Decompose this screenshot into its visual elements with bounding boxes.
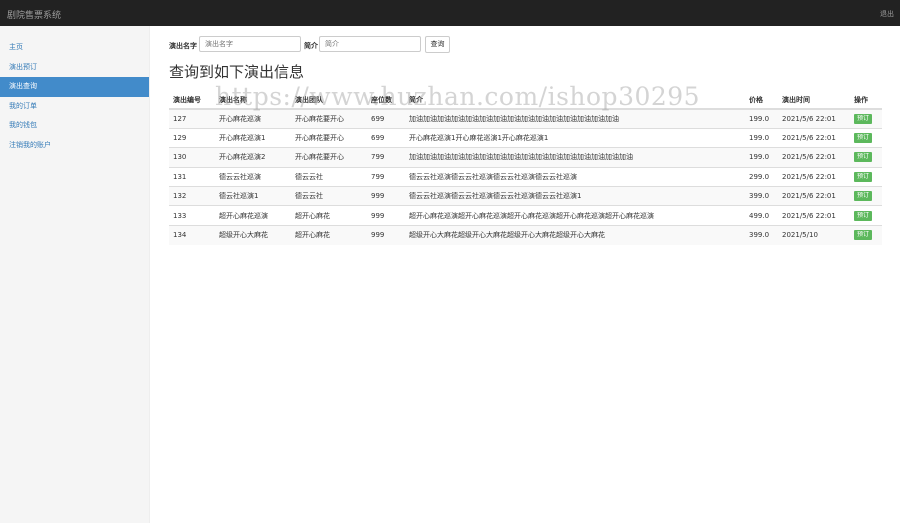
cell-troupe: 德云云社 — [291, 166, 367, 187]
cell-troupe: 开心麻花要开心 — [291, 147, 367, 168]
description-label: 简介 — [304, 42, 318, 50]
cell-show-name: 超开心麻花巡演 — [215, 205, 291, 226]
cell-action: 预订 — [850, 205, 882, 226]
cell-show-time: 2021/5/10 — [778, 224, 850, 245]
search-button[interactable]: 查询 — [425, 36, 450, 53]
sidebar-item-show-query[interactable]: 演出查询 — [0, 77, 149, 97]
cell-show-time: 2021/5/6 22:01 — [778, 166, 850, 187]
table-row: 129 开心麻花巡演1 开心麻花要开心 699 开心麻花巡演1开心麻花巡演1开心… — [169, 127, 882, 148]
cell-show-id: 130 — [169, 147, 215, 168]
cell-seats: 999 — [367, 205, 405, 226]
cell-show-name: 德云云社巡演 — [215, 166, 291, 187]
show-name-input[interactable] — [199, 36, 301, 52]
cell-price: 199.0 — [745, 108, 778, 129]
logout-link[interactable]: 退出 — [880, 9, 894, 19]
cell-seats: 999 — [367, 186, 405, 206]
cell-price: 299.0 — [745, 166, 778, 187]
sidebar: 主页 演出预订 演出查询 我的订单 我的钱包 注销我的账户 — [0, 26, 150, 523]
cell-description: 加油加油加油加油加油加油加油加油加油加油加油加油加油加油加油加油 — [405, 147, 745, 168]
cell-action: 预订 — [850, 127, 882, 148]
cell-troupe: 超开心麻花 — [291, 205, 367, 226]
book-button[interactable]: 预订 — [854, 191, 873, 202]
cell-description: 加油加油加油加油加油加油加油加油加油加油加油加油加油加油加油 — [405, 108, 745, 129]
book-button[interactable]: 预订 — [854, 113, 873, 124]
col-header-action: 操作 — [850, 90, 882, 110]
sidebar-item-my-wallet[interactable]: 我的钱包 — [0, 116, 149, 136]
cell-troupe: 超开心麻花 — [291, 224, 367, 245]
cell-price: 399.0 — [745, 186, 778, 206]
cell-show-time: 2021/5/6 22:01 — [778, 127, 850, 148]
cell-description: 德云云社巡演德云云社巡演德云云社巡演德云云社巡演1 — [405, 186, 745, 206]
cell-show-time: 2021/5/6 22:01 — [778, 108, 850, 129]
book-button[interactable]: 预订 — [854, 171, 873, 182]
cell-action: 预订 — [850, 108, 882, 129]
sidebar-item-show-booking[interactable]: 演出预订 — [0, 58, 149, 78]
cell-description: 超开心麻花巡演超开心麻花巡演超开心麻花巡演超开心麻花巡演超开心麻花巡演 — [405, 205, 745, 226]
cell-action: 预订 — [850, 224, 882, 245]
table-row: 131 德云云社巡演 德云云社 799 德云云社巡演德云云社巡演德云云社巡演德云… — [169, 166, 882, 187]
page-title: 查询到如下演出信息 — [169, 63, 305, 81]
cell-seats: 999 — [367, 224, 405, 245]
table-row: 132 德云社巡演1 德云云社 999 德云云社巡演德云云社巡演德云云社巡演德云… — [169, 186, 882, 206]
cell-price: 199.0 — [745, 147, 778, 168]
cell-show-id: 133 — [169, 205, 215, 226]
cell-show-name: 开心麻花巡演 — [215, 108, 291, 129]
shows-table: 演出编号 演出名称 演出团队 座位数 简介 价格 演出时间 操作 127 开心麻… — [169, 90, 882, 245]
cell-troupe: 德云云社 — [291, 186, 367, 206]
cell-show-id: 127 — [169, 108, 215, 129]
table-row: 130 开心麻花巡演2 开心麻花要开心 799 加油加油加油加油加油加油加油加油… — [169, 147, 882, 168]
cell-show-name: 德云社巡演1 — [215, 186, 291, 206]
book-button[interactable]: 预订 — [854, 133, 873, 144]
sidebar-item-home[interactable]: 主页 — [0, 38, 149, 58]
book-button[interactable]: 预订 — [854, 230, 873, 241]
search-form: 演出名字 简介 查询 — [169, 36, 884, 54]
cell-show-id: 132 — [169, 186, 215, 206]
description-input[interactable] — [319, 36, 421, 52]
top-navbar: 剧院售票系统 退出 — [0, 0, 900, 26]
cell-action: 预订 — [850, 186, 882, 206]
cell-show-name: 开心麻花巡演1 — [215, 127, 291, 148]
cell-seats: 699 — [367, 127, 405, 148]
watermark-text: https://www.huzhan.com/ishop30295 — [215, 82, 701, 111]
cell-price: 399.0 — [745, 224, 778, 245]
table-row: 133 超开心麻花巡演 超开心麻花 999 超开心麻花巡演超开心麻花巡演超开心麻… — [169, 205, 882, 226]
col-header-price: 价格 — [745, 90, 778, 110]
cell-show-time: 2021/5/6 22:01 — [778, 147, 850, 168]
book-button[interactable]: 预订 — [854, 210, 873, 221]
app-title[interactable]: 剧院售票系统 — [7, 8, 61, 21]
table-row: 127 开心麻花巡演 开心麻花要开心 699 加油加油加油加油加油加油加油加油加… — [169, 108, 882, 129]
cell-show-id: 131 — [169, 166, 215, 187]
cell-seats: 699 — [367, 108, 405, 129]
col-header-show-time: 演出时间 — [778, 90, 850, 110]
cell-show-time: 2021/5/6 22:01 — [778, 205, 850, 226]
show-name-label: 演出名字 — [169, 42, 197, 50]
cell-action: 预订 — [850, 147, 882, 168]
cell-action: 预订 — [850, 166, 882, 187]
table-row: 134 超级开心大麻花 超开心麻花 999 超级开心大麻花超级开心大麻花超级开心… — [169, 224, 882, 245]
cell-seats: 799 — [367, 166, 405, 187]
cell-show-id: 129 — [169, 127, 215, 148]
cell-show-name: 开心麻花巡演2 — [215, 147, 291, 168]
cell-description: 德云云社巡演德云云社巡演德云云社巡演德云云社巡演 — [405, 166, 745, 187]
cell-price: 499.0 — [745, 205, 778, 226]
cell-seats: 799 — [367, 147, 405, 168]
book-button[interactable]: 预订 — [854, 152, 873, 163]
cell-description: 超级开心大麻花超级开心大麻花超级开心大麻花超级开心大麻花 — [405, 224, 745, 245]
col-header-show-id: 演出编号 — [169, 90, 215, 110]
cell-show-name: 超级开心大麻花 — [215, 224, 291, 245]
cell-show-time: 2021/5/6 22:01 — [778, 186, 850, 206]
cell-price: 199.0 — [745, 127, 778, 148]
sidebar-item-delete-account[interactable]: 注销我的账户 — [0, 136, 149, 156]
cell-troupe: 开心麻花要开心 — [291, 108, 367, 129]
cell-troupe: 开心麻花要开心 — [291, 127, 367, 148]
sidebar-item-my-orders[interactable]: 我的订单 — [0, 97, 149, 117]
cell-show-id: 134 — [169, 224, 215, 245]
cell-description: 开心麻花巡演1开心麻花巡演1开心麻花巡演1 — [405, 127, 745, 148]
